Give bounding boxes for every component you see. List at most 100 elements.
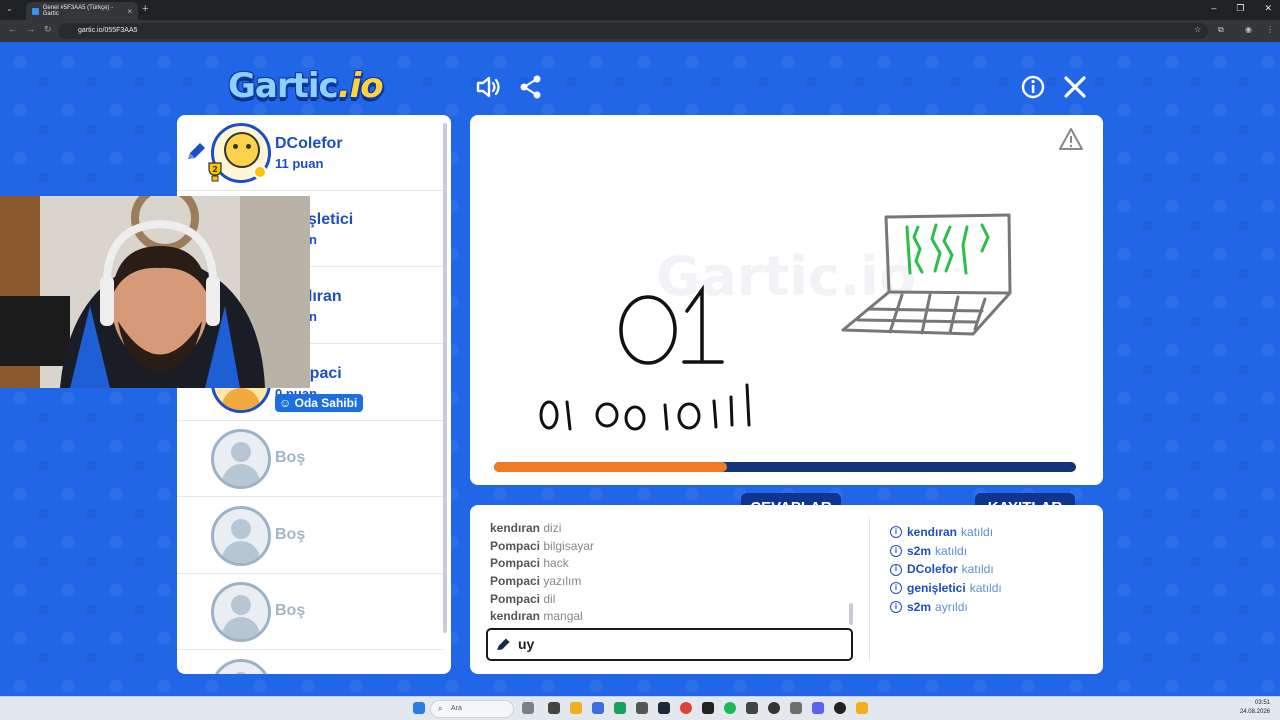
info-icon: i: [890, 582, 902, 595]
avatar: [211, 429, 271, 489]
app-icon[interactable]: [702, 702, 714, 714]
profile-icon[interactable]: ◉: [1245, 25, 1252, 34]
close-icon[interactable]: [1062, 74, 1088, 100]
answer-item: Pompaci yazılım: [490, 573, 850, 591]
app-icon[interactable]: [768, 702, 780, 714]
log-item: i s2m ayrıldı: [890, 598, 1090, 617]
app-icon[interactable]: [790, 702, 802, 714]
close-tab-icon[interactable]: ×: [127, 7, 132, 16]
log-item: i s2m katıldı: [890, 542, 1090, 561]
room-owner-badge: ☺ Oda Sahibi: [275, 394, 364, 412]
app-icon[interactable]: [548, 702, 560, 714]
trophy-icon: 2: [208, 162, 222, 182]
close-window-icon[interactable]: ✕: [1264, 3, 1272, 14]
os-taskbar: ⌕ Ara 03:51 24.08.2026: [0, 696, 1280, 720]
info-icon: i: [890, 601, 902, 614]
turn-progress-bar: [494, 462, 1076, 472]
discord-icon[interactable]: [812, 702, 824, 714]
app-icon[interactable]: [746, 702, 758, 714]
address-bar: ← → ↻ gartic.io/055F3AA5 ☆ ⧉ ◉ ⋮: [0, 20, 1280, 42]
answer-item: Pompaci bilgisayar: [490, 538, 850, 556]
sound-icon[interactable]: [475, 74, 501, 100]
folder-icon[interactable]: [570, 702, 582, 714]
browser-menu-icon[interactable]: ⋮: [1266, 25, 1274, 34]
chat-panel: kendıran dizi Pompaci bilgisayar Pompaci…: [470, 505, 1103, 674]
players-scrollbar[interactable]: [443, 123, 447, 633]
player-row-empty: Boş: [177, 574, 443, 650]
answer-text: hack: [543, 556, 569, 571]
webcam-overlay: [0, 196, 310, 388]
svg-text:2: 2: [212, 165, 218, 174]
answer-input-box[interactable]: [486, 628, 853, 661]
owner-icon: ☺: [279, 396, 292, 410]
minimize-icon[interactable]: –: [1211, 3, 1216, 14]
answer-item: Pompaci hack: [490, 555, 850, 573]
chrome-icon[interactable]: [680, 702, 692, 714]
room-owner-label: Oda Sahibi: [294, 396, 358, 410]
avatar: [211, 582, 271, 642]
answer-input[interactable]: [518, 636, 818, 652]
player-row[interactable]: 2 DColefor 11 puan: [177, 115, 443, 191]
answer-user: Pompaci: [490, 574, 541, 589]
app-icon[interactable]: [614, 702, 626, 714]
bookmark-star-icon[interactable]: ☆: [1194, 25, 1201, 34]
panel-divider: [869, 517, 870, 662]
app-icon[interactable]: [834, 702, 846, 714]
answers-scrollbar[interactable]: [849, 603, 853, 625]
taskbar-clock[interactable]: 03:51 24.08.2026: [1240, 699, 1270, 717]
player-name: Boş: [275, 602, 306, 619]
info-icon: i: [890, 526, 902, 539]
log-list: i kendıran katıldı i s2m katıldı i DColefor ka…: [890, 523, 1090, 616]
steam-icon[interactable]: [658, 702, 670, 714]
answers-list: kendıran dizi Pompaci bilgisayar Pompaci…: [490, 520, 850, 626]
tab-search-icon[interactable]: ⌄: [6, 4, 13, 13]
answer-user: Pompaci: [490, 591, 541, 606]
info-icon[interactable]: [1020, 74, 1046, 100]
window-controls: – ❐ ✕: [1211, 3, 1272, 14]
logo-suffix: .io: [337, 66, 384, 106]
taskbar-search[interactable]: ⌕ Ara: [430, 700, 514, 718]
spotify-icon[interactable]: [724, 702, 736, 714]
browser-tab[interactable]: Genel #5F3AA5 (Türkçe) - Gartic ×: [26, 2, 138, 20]
reload-icon[interactable]: ↻: [44, 24, 52, 35]
maximize-icon[interactable]: ❐: [1236, 3, 1244, 14]
answer-item: Pompaci dil: [490, 591, 850, 609]
turn-progress-fill: [494, 462, 727, 472]
clock-date: 24.08.2026: [1239, 709, 1270, 715]
info-icon: i: [890, 545, 902, 558]
player-name: Boş: [275, 526, 306, 543]
start-icon[interactable]: [413, 702, 425, 714]
new-tab-icon[interactable]: +: [142, 3, 148, 15]
browser-tab-bar: ⌄ Genel #5F3AA5 (Türkçe) - Gartic × + – …: [0, 0, 1280, 20]
app-icon[interactable]: [592, 702, 604, 714]
log-text: katıldı: [961, 562, 994, 577]
answer-text: yazılım: [543, 574, 582, 589]
clock-time: 03:51: [1254, 700, 1270, 706]
answer-text: mangal: [543, 609, 583, 624]
taskview-icon[interactable]: [522, 702, 534, 714]
info-icon: i: [890, 563, 902, 576]
log-text: katıldı: [969, 581, 1002, 596]
log-text: katıldı: [935, 543, 968, 558]
answer-text: dil: [543, 591, 556, 606]
online-indicator: [253, 165, 267, 179]
log-item: i DColefor katıldı: [890, 560, 1090, 579]
app-icon[interactable]: [856, 702, 868, 714]
url-field[interactable]: gartic.io/055F3AA5: [58, 23, 1208, 39]
log-user: s2m: [907, 543, 932, 558]
answer-user: Pompaci: [490, 556, 541, 571]
log-item: i genişletici katıldı: [890, 579, 1090, 598]
browser-tab-title: Genel #5F3AA5 (Türkçe) - Gartic: [42, 5, 114, 17]
player-row-empty: Boş: [177, 498, 443, 574]
back-icon[interactable]: ←: [8, 24, 17, 34]
extensions-icon[interactable]: ⧉: [1218, 25, 1224, 35]
log-user: DColefor: [907, 562, 958, 577]
log-user: genişletici: [907, 581, 966, 596]
url-text: gartic.io/055F3AA5: [78, 27, 138, 34]
forward-icon[interactable]: →: [26, 24, 35, 34]
taskbar-search-label: Ara: [451, 705, 462, 712]
gartic-logo: Gartic.io: [228, 66, 384, 106]
app-icon[interactable]: [636, 702, 648, 714]
drawing-board[interactable]: Gartic.io: [470, 115, 1103, 485]
share-icon[interactable]: [518, 74, 544, 100]
